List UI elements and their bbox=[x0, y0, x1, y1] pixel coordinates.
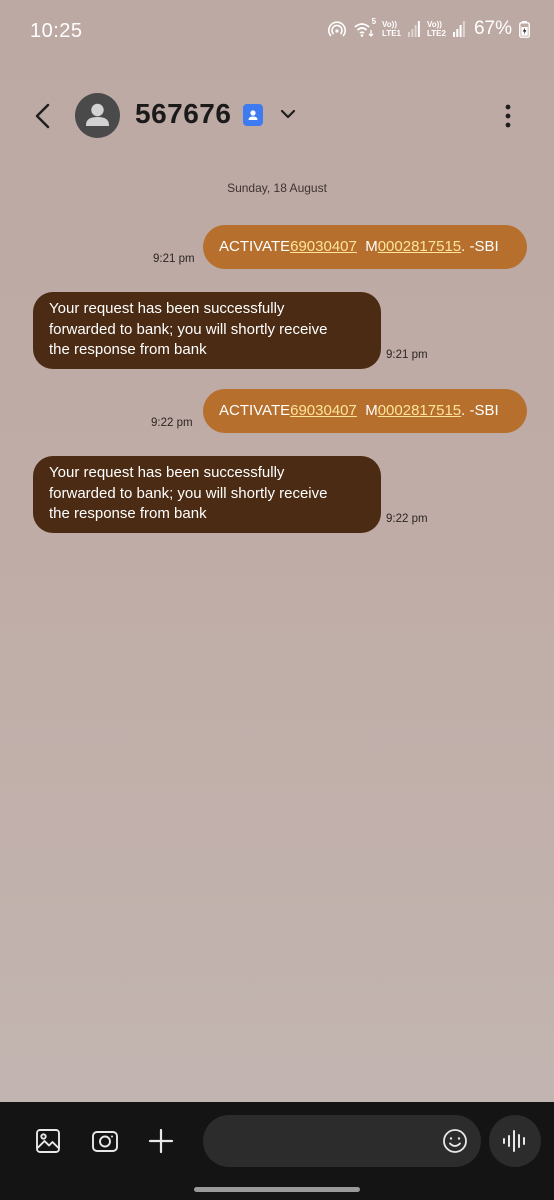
camera-icon bbox=[92, 1131, 118, 1152]
wifi-icon: 5 bbox=[353, 17, 377, 38]
network-label-2: Vo)) LTE2 bbox=[427, 20, 446, 38]
wifi-band-label: 5 bbox=[371, 17, 377, 26]
plus-icon bbox=[148, 1128, 174, 1154]
more-vertical-icon bbox=[505, 104, 511, 128]
message-link[interactable]: 69030407 bbox=[290, 401, 357, 422]
camera-button[interactable] bbox=[89, 1125, 121, 1157]
expand-contact-button[interactable] bbox=[276, 102, 300, 126]
signal-icon-1 bbox=[408, 21, 420, 37]
person-icon bbox=[86, 103, 109, 126]
sent-message-bubble[interactable]: ACTIVATE 69030407 M 0002817515. -SBI bbox=[203, 225, 527, 269]
avatar[interactable] bbox=[75, 93, 120, 138]
battery-icon bbox=[519, 20, 530, 38]
network-label-1: Vo)) LTE1 bbox=[382, 20, 401, 38]
message-time: 9:22 pm bbox=[151, 417, 193, 429]
more-options-button[interactable] bbox=[494, 100, 522, 132]
voice-waveform-icon bbox=[503, 1130, 525, 1152]
emoji-button[interactable] bbox=[440, 1126, 470, 1156]
message-time: 9:22 pm bbox=[386, 513, 428, 525]
gallery-button[interactable] bbox=[32, 1125, 64, 1157]
status-bar: 10:25 5 Vo)) LTE1 Vo)) LTE2 67% bbox=[0, 0, 554, 60]
message-link[interactable]: 0002817515 bbox=[378, 401, 461, 422]
chevron-left-icon bbox=[35, 103, 50, 129]
chevron-down-icon bbox=[280, 109, 296, 119]
image-icon bbox=[36, 1129, 60, 1153]
status-time: 10:25 bbox=[30, 20, 83, 42]
status-icons: 5 Vo)) LTE1 Vo)) LTE2 67% bbox=[328, 17, 530, 40]
message-link[interactable]: 0002817515 bbox=[378, 237, 461, 258]
date-divider: Sunday, 18 August bbox=[227, 181, 327, 195]
received-message-bubble[interactable]: Your request has been successfully forwa… bbox=[33, 456, 381, 533]
conversation-header: 567676 bbox=[0, 88, 554, 144]
sent-message-bubble[interactable]: ACTIVATE 69030407 M 0002817515. -SBI bbox=[203, 389, 527, 433]
received-message-bubble[interactable]: Your request has been successfully forwa… bbox=[33, 292, 381, 369]
contact-card-icon[interactable] bbox=[243, 104, 263, 126]
message-time: 9:21 pm bbox=[153, 253, 195, 265]
voice-record-button[interactable] bbox=[489, 1115, 541, 1167]
message-link[interactable]: 69030407 bbox=[290, 237, 357, 258]
battery-percent: 67% bbox=[473, 18, 512, 39]
signal-icon-2 bbox=[452, 21, 465, 37]
attach-button[interactable] bbox=[145, 1125, 177, 1157]
home-indicator bbox=[194, 1187, 360, 1192]
contact-title[interactable]: 567676 bbox=[135, 98, 231, 130]
back-button[interactable] bbox=[26, 98, 58, 134]
compose-bar bbox=[0, 1102, 554, 1200]
emoji-icon bbox=[443, 1129, 467, 1153]
hotspot-icon bbox=[328, 20, 346, 38]
message-time: 9:21 pm bbox=[386, 349, 428, 361]
